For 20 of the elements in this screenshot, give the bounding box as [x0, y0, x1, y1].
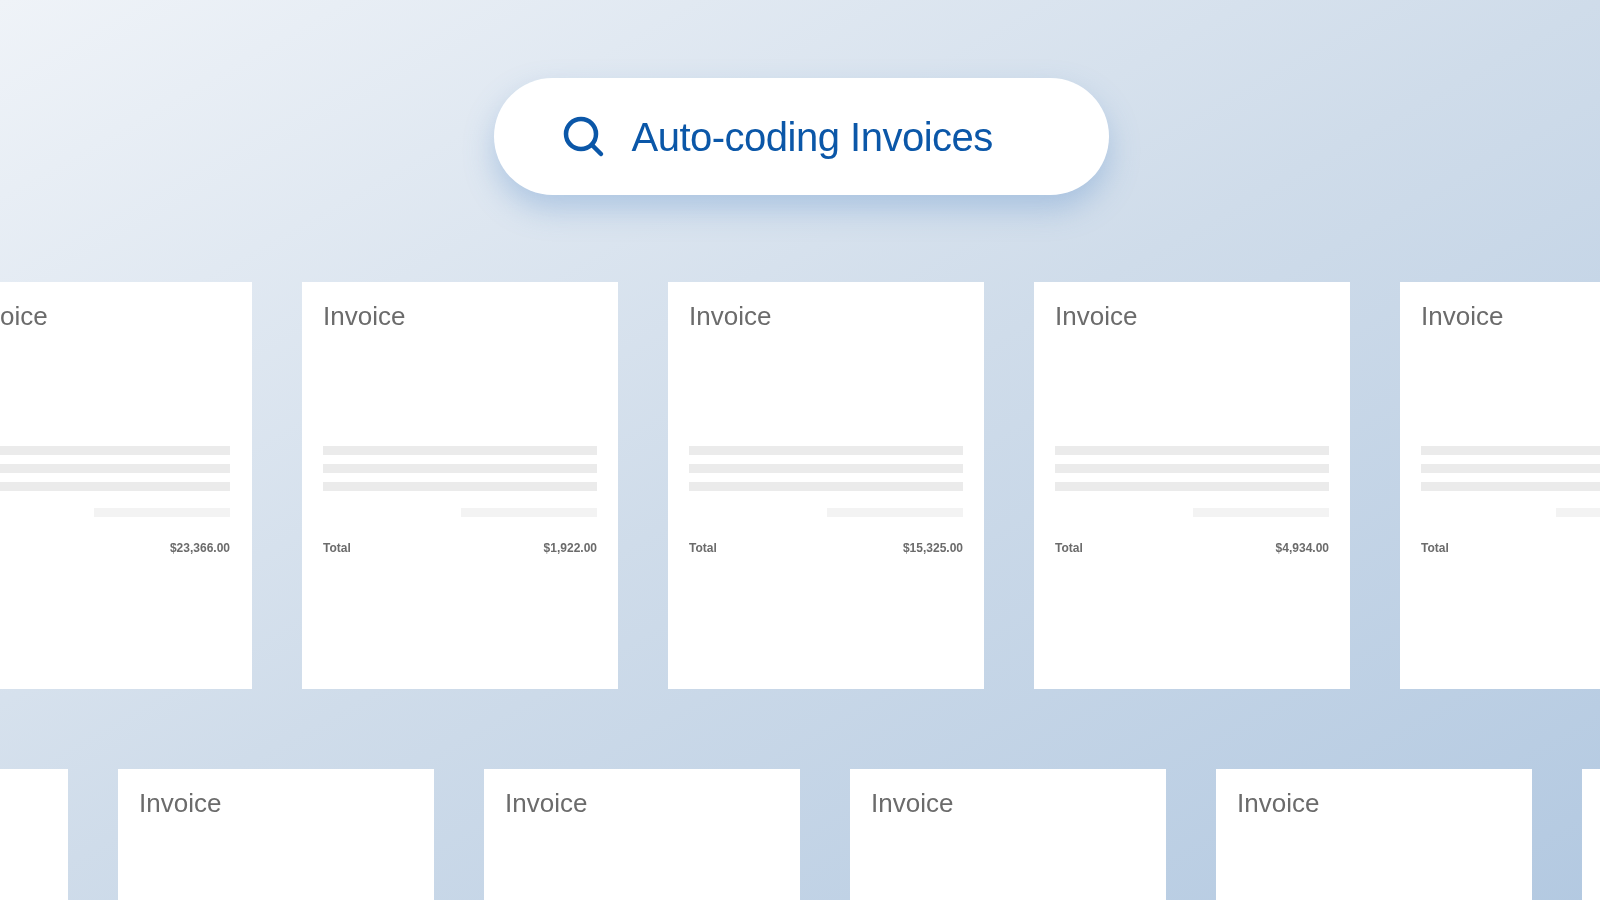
total-label: Total	[689, 541, 717, 555]
total-amount: $15,325.00	[902, 541, 963, 555]
total-label: Total	[1055, 541, 1083, 555]
total-amount: $4,934.00	[1275, 541, 1329, 555]
invoice-title: Invoice	[323, 302, 407, 330]
invoice-title: Invoice	[1055, 302, 1139, 330]
total-label: Total	[1421, 541, 1449, 555]
invoice-title: Invoice	[139, 789, 223, 817]
total-amount: $1,922.00	[543, 541, 597, 555]
invoice-title: Invoice	[505, 789, 589, 817]
invoice-title: oice	[0, 302, 49, 330]
search-icon	[562, 115, 605, 158]
invoice-title: Invoice	[1421, 302, 1505, 330]
search-field[interactable]: Auto-coding Invoices	[493, 78, 1109, 195]
total-label: Total	[323, 541, 351, 555]
invoice-title: Invoice	[871, 789, 955, 817]
invoice-title: Invoice	[689, 302, 773, 330]
search-query: Auto-coding Invoices	[631, 116, 993, 157]
invoice-title: Invoice	[1237, 789, 1321, 817]
total-amount: $23,366.00	[169, 541, 230, 555]
